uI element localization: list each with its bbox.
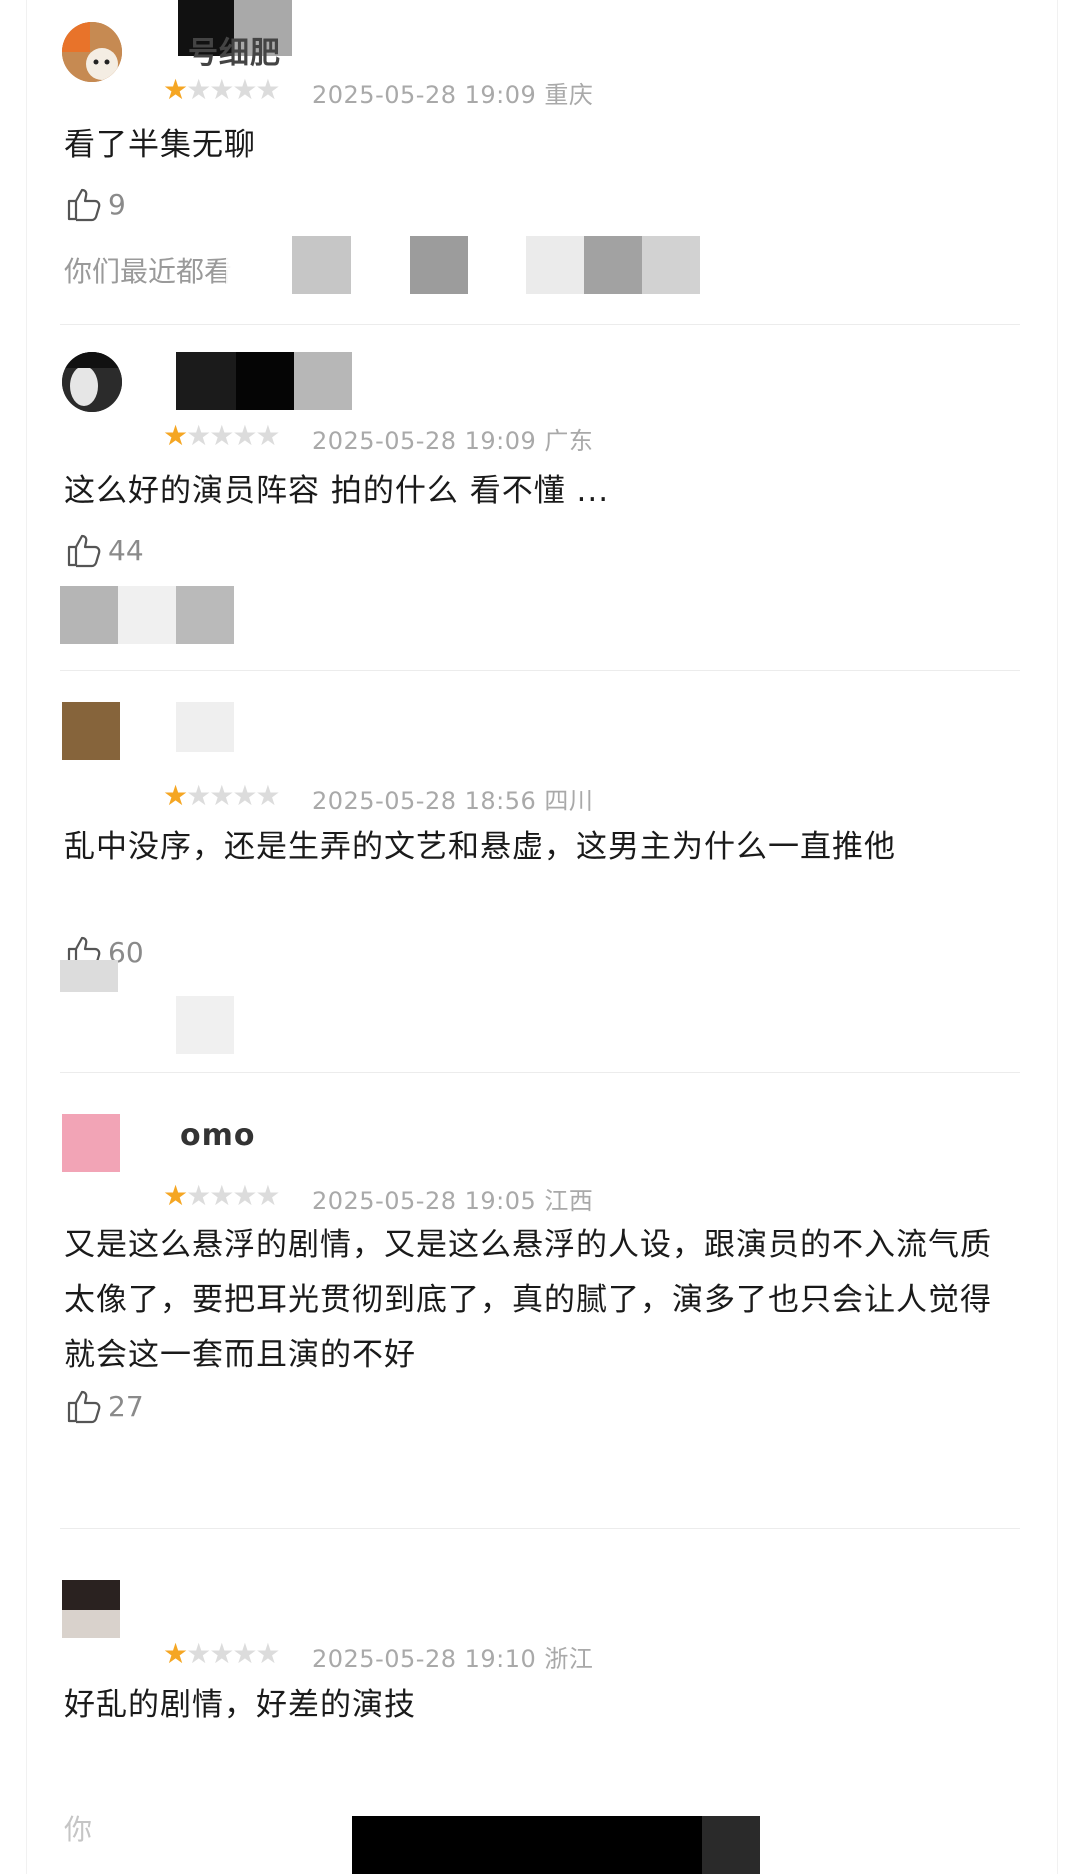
divider xyxy=(60,324,1020,325)
review-content: 这么好的演员阵容 拍的什么 看不懂 ... xyxy=(64,473,610,509)
star-rating: ★★★★★ xyxy=(163,73,281,106)
review-item: ★★★★★ 2025-05-28 18:56 四川 乱中没序，还是生弄的文艺和悬… xyxy=(0,670,1080,1073)
star-icon-empty: ★★★★ xyxy=(186,419,280,452)
star-icon-empty: ★★★★ xyxy=(186,1179,280,1212)
review-meta: 2025-05-28 19:05 江西 xyxy=(312,1181,593,1216)
review-location: 广东 xyxy=(544,427,594,455)
user-avatar[interactable] xyxy=(62,1580,120,1638)
review-item: ★★★★★ 2025-05-28 19:10 浙江 好乱的剧情，好差的演技 你 xyxy=(0,1530,1080,1874)
review-item: ★★★★★ 2025-05-28 19:09 广东 这么好的演员阵容 拍的什么 … xyxy=(0,330,1080,671)
star-rating: ★★★★★ xyxy=(163,1179,281,1212)
review-content: 乱中没序，还是生弄的文艺和悬虚，这男主为什么一直推他 xyxy=(64,829,896,865)
review-location: 浙江 xyxy=(544,1645,594,1673)
redacted-mosaic xyxy=(584,236,642,294)
star-icon-filled: ★ xyxy=(163,779,188,812)
review-content: 看了半集无聊 xyxy=(64,127,256,163)
review-content: 好乱的剧情，好差的演技 xyxy=(64,1687,416,1723)
redacted-mosaic xyxy=(352,1816,702,1874)
star-rating: ★★★★★ xyxy=(163,779,281,812)
review-item: omo ★★★★★ 2025-05-28 19:05 江西 又是这么悬浮的剧情，… xyxy=(0,1072,1080,1532)
review-meta: 2025-05-28 19:09 重庆 xyxy=(312,75,593,110)
review-meta: 2025-05-28 19:10 浙江 xyxy=(312,1639,593,1674)
review-content: 又是这么悬浮的剧情，又是这么悬浮的人设，跟演员的不入流气质太像了，要把耳光贯彻到… xyxy=(64,1227,992,1373)
redacted-mosaic xyxy=(176,996,234,1054)
like-count: 9 xyxy=(108,187,126,221)
review-date: 2025-05-28 19:10 xyxy=(312,1645,537,1673)
redacted-mosaic xyxy=(60,586,118,644)
star-icon-filled: ★ xyxy=(163,1179,188,1212)
star-icon-empty: ★★★★ xyxy=(186,1637,280,1670)
user-avatar[interactable] xyxy=(62,1114,120,1172)
username[interactable]: 号细肥 xyxy=(188,28,281,72)
like-button[interactable]: 44 xyxy=(64,530,144,570)
like-count: 27 xyxy=(108,1389,144,1423)
star-icon-empty: ★★★★ xyxy=(186,779,280,812)
user-avatar[interactable] xyxy=(62,702,120,760)
divider xyxy=(60,1528,1020,1529)
star-icon-filled: ★ xyxy=(163,419,188,452)
redacted-mosaic xyxy=(176,352,236,410)
review-location: 江西 xyxy=(544,1187,594,1215)
redacted-mosaic xyxy=(642,236,700,294)
review-meta: 2025-05-28 19:09 广东 xyxy=(312,421,593,456)
redacted-mosaic xyxy=(526,236,584,294)
redacted-mosaic xyxy=(236,352,294,410)
redacted-mosaic xyxy=(118,586,176,644)
reply-preview[interactable]: 你们最近都看 xyxy=(64,250,232,290)
star-rating: ★★★★★ xyxy=(163,419,281,452)
redacted-mosaic xyxy=(60,960,118,992)
thumbs-up-icon xyxy=(67,1390,101,1424)
thumbs-up-icon xyxy=(67,534,101,568)
redacted-mosaic xyxy=(176,702,234,752)
like-button[interactable]: 27 xyxy=(64,1386,144,1426)
review-date: 2025-05-28 19:05 xyxy=(312,1187,537,1215)
review-meta: 2025-05-28 18:56 四川 xyxy=(312,781,593,816)
redacted-mosaic xyxy=(410,236,468,294)
star-rating: ★★★★★ xyxy=(163,1637,281,1670)
review-item: 号细肥 ★★★★★ 2025-05-28 19:09 重庆 看了半集无聊 9 你… xyxy=(0,0,1080,330)
review-date: 2025-05-28 19:09 xyxy=(312,81,537,109)
review-location: 重庆 xyxy=(544,81,594,109)
redacted-mosaic xyxy=(702,1816,760,1874)
like-count: 44 xyxy=(108,533,144,567)
review-location: 四川 xyxy=(544,787,594,815)
redacted-mosaic xyxy=(176,586,234,644)
like-button[interactable]: 9 xyxy=(64,184,126,224)
username[interactable]: omo xyxy=(180,1118,255,1153)
star-icon-filled: ★ xyxy=(163,73,188,106)
review-date: 2025-05-28 19:09 xyxy=(312,427,537,455)
reply-preview[interactable]: 你 xyxy=(64,1808,92,1848)
redacted-mosaic xyxy=(292,236,351,294)
user-avatar[interactable] xyxy=(62,22,122,82)
thumbs-up-icon xyxy=(67,188,101,222)
review-date: 2025-05-28 18:56 xyxy=(312,787,537,815)
star-icon-empty: ★★★★ xyxy=(186,73,280,106)
user-avatar[interactable] xyxy=(62,352,122,412)
star-icon-filled: ★ xyxy=(163,1637,188,1670)
redacted-mosaic xyxy=(226,236,292,296)
redacted-mosaic xyxy=(294,352,352,410)
